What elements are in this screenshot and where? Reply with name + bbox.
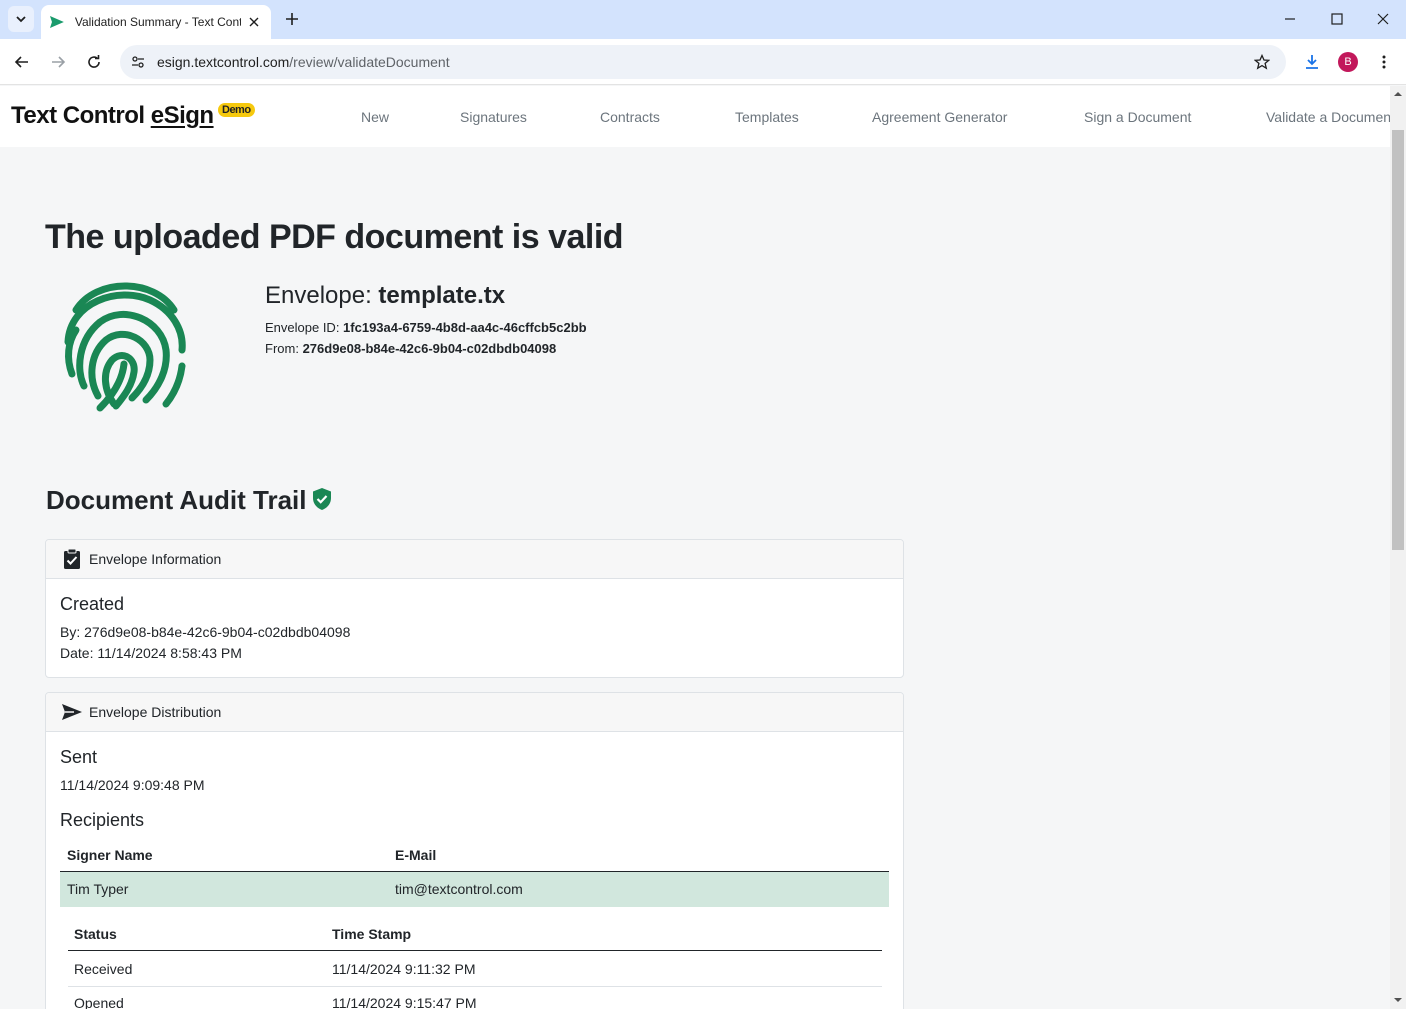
scroll-down-icon[interactable] xyxy=(1394,996,1402,1004)
envelope-id-label: Envelope ID: xyxy=(265,320,344,335)
from-label: From: xyxy=(265,341,303,356)
clipboard-check-icon xyxy=(64,548,80,569)
close-window-button[interactable] xyxy=(1372,8,1394,30)
nav-agreement-generator[interactable]: Agreement Generator xyxy=(872,109,1007,125)
scroll-up-icon[interactable] xyxy=(1394,90,1402,98)
downloads-button[interactable] xyxy=(1300,50,1324,74)
browser-tab[interactable]: Validation Summary - Text Control eSign xyxy=(41,5,271,39)
from-value: 276d9e08-b84e-42c6-9b04-c02dbdb04098 xyxy=(302,341,557,356)
audit-trail-title: Document Audit Trail xyxy=(46,485,307,515)
plus-icon xyxy=(286,13,298,25)
column-header-timestamp: Time Stamp xyxy=(332,926,412,942)
created-date: Date: 11/14/2024 8:58:43 PM xyxy=(60,645,242,661)
envelope-name: template.tx xyxy=(378,282,506,309)
card-header: Envelope Distribution xyxy=(46,693,903,732)
arrow-left-icon xyxy=(14,56,28,68)
card-header-label: Envelope Distribution xyxy=(89,704,222,720)
from-line: From: 276d9e08-b84e-42c6-9b04-c02dbdb040… xyxy=(265,341,556,356)
avatar: B xyxy=(1338,52,1358,72)
scroll-thumb[interactable] xyxy=(1392,130,1404,550)
event-status: Received xyxy=(74,961,133,977)
table-row[interactable]: Tim Typer tim@textcontrol.com xyxy=(60,871,889,907)
created-heading: Created xyxy=(60,594,125,614)
minimize-button[interactable] xyxy=(1279,8,1301,30)
chevron-down-icon xyxy=(16,16,26,23)
brand-main: Text Control xyxy=(11,102,151,129)
created-by: By: 276d9e08-b84e-42c6-9b04-c02dbdb04098 xyxy=(60,624,351,640)
envelope-heading: Envelope: template.tx xyxy=(265,282,505,310)
bookmark-star-icon[interactable] xyxy=(1252,52,1272,72)
page-title: The uploaded PDF document is valid xyxy=(45,218,624,256)
tab-title: Validation Summary - Text Control eSign xyxy=(74,15,242,29)
new-tab-button[interactable] xyxy=(281,8,303,30)
event-time: 11/14/2024 9:15:47 PM xyxy=(332,995,477,1009)
event-status: Opened xyxy=(74,995,124,1009)
recipients-heading: Recipients xyxy=(60,810,145,830)
reload-icon xyxy=(88,55,100,68)
brand-logo[interactable]: Text Control eSign xyxy=(11,102,214,130)
tab-search-button[interactable] xyxy=(8,6,34,32)
column-header-status: Status xyxy=(74,926,117,942)
minimize-icon xyxy=(1285,18,1295,20)
maximize-button[interactable] xyxy=(1326,8,1348,30)
url-host: esign.textcontrol.com xyxy=(157,54,290,70)
divider xyxy=(68,986,882,987)
sent-date: 11/14/2024 9:09:48 PM xyxy=(60,777,205,793)
close-icon xyxy=(1377,13,1389,25)
page-scrollbar[interactable] xyxy=(1390,86,1406,1009)
url-path: /review/validateDocument xyxy=(289,54,450,70)
back-button[interactable] xyxy=(10,50,34,74)
card-header: Envelope Information xyxy=(46,540,903,579)
reload-button[interactable] xyxy=(82,50,106,74)
shield-check-icon xyxy=(313,488,331,510)
address-bar[interactable]: esign.textcontrol.com/review/validateDoc… xyxy=(120,45,1286,79)
download-icon xyxy=(1306,55,1318,69)
demo-badge: Demo xyxy=(218,103,255,117)
event-time: 11/14/2024 9:11:32 PM xyxy=(332,961,476,977)
envelope-distribution-card: Envelope Distribution Sent 11/14/2024 9:… xyxy=(45,692,904,1009)
nav-validate-a-document[interactable]: Validate a Document xyxy=(1266,109,1395,125)
envelope-id-line: Envelope ID: 1fc193a4-6759-4b8d-aa4c-46c… xyxy=(265,320,587,335)
envelope-id-value: 1fc193a4-6759-4b8d-aa4c-46cffcb5c2bb xyxy=(343,320,587,335)
maximize-icon xyxy=(1331,13,1343,25)
profile-button[interactable]: B xyxy=(1336,50,1360,74)
site-info-icon[interactable] xyxy=(128,52,148,72)
envelope-label: Envelope: xyxy=(265,282,379,309)
sent-heading: Sent xyxy=(60,747,98,767)
send-icon xyxy=(62,704,82,720)
forward-button[interactable] xyxy=(46,50,70,74)
recipient-name: Tim Typer xyxy=(67,881,129,897)
browser-toolbar: esign.textcontrol.com/review/validateDoc… xyxy=(0,39,1406,85)
brand-esign: eSign xyxy=(150,102,214,129)
divider xyxy=(68,950,882,951)
browser-tabbar: Validation Summary - Text Control eSign xyxy=(0,0,1406,39)
close-tab-icon[interactable] xyxy=(245,13,263,31)
nav-contracts[interactable]: Contracts xyxy=(600,109,660,125)
browser-menu-button[interactable] xyxy=(1372,50,1396,74)
site-header: Text Control eSign Demo New Signatures C… xyxy=(0,86,1395,147)
more-vertical-icon xyxy=(1382,55,1386,69)
arrow-right-icon xyxy=(52,56,66,68)
card-header-label: Envelope Information xyxy=(89,551,222,567)
recipient-email: tim@textcontrol.com xyxy=(395,881,523,897)
nav-templates[interactable]: Templates xyxy=(735,109,799,125)
url-text[interactable]: esign.textcontrol.com/review/validateDoc… xyxy=(157,54,450,70)
nav-sign-a-document[interactable]: Sign a Document xyxy=(1084,109,1191,125)
send-favicon-icon xyxy=(49,16,64,28)
fingerprint-icon xyxy=(64,282,186,412)
nav-new[interactable]: New xyxy=(361,109,389,125)
column-header-email: E-Mail xyxy=(395,847,437,863)
column-header-signer: Signer Name xyxy=(67,847,153,863)
nav-signatures[interactable]: Signatures xyxy=(460,109,527,125)
envelope-information-card: Envelope Information Created By: 276d9e0… xyxy=(45,539,904,678)
